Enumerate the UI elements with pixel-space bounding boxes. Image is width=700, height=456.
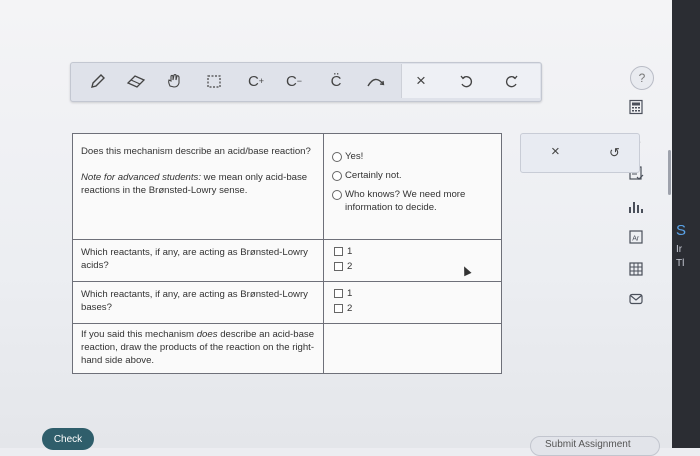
undo-icon[interactable]: ↺ — [609, 145, 620, 161]
check-button[interactable]: Check — [42, 428, 94, 450]
radio-button[interactable] — [332, 152, 342, 162]
undo-icon[interactable] — [453, 68, 479, 94]
radio-button[interactable] — [332, 171, 342, 181]
edge-text: S — [676, 222, 687, 239]
help-icon: ? — [638, 71, 646, 85]
edge-text: Ir — [676, 244, 683, 255]
close-icon[interactable]: × — [408, 68, 434, 94]
table-row: If you said this mechanism does describe… — [72, 323, 502, 374]
question-cell: Does this mechanism describe an acid/bas… — [72, 133, 324, 240]
anion-icon[interactable]: C − — [281, 68, 307, 94]
help-button[interactable]: ? — [630, 66, 654, 90]
cation-label: C — [247, 72, 259, 90]
option-label: 2 — [347, 261, 353, 272]
option-label: Yes! — [345, 151, 364, 162]
svg-text:Ar: Ar — [632, 236, 640, 243]
eraser-icon[interactable] — [123, 68, 149, 94]
grid-icon[interactable] — [626, 260, 646, 278]
anion-sup: − — [296, 76, 303, 86]
question-text: Which reactants, if any, are acting as B… — [81, 289, 308, 313]
redo-icon[interactable] — [499, 68, 525, 94]
checkbox[interactable] — [334, 247, 343, 256]
cation-icon[interactable]: C + — [243, 68, 269, 94]
radio-option-certainly-not[interactable]: Certainly not. — [332, 169, 493, 182]
radio-button[interactable] — [332, 190, 342, 200]
scrollbar-thumb[interactable] — [668, 150, 671, 195]
question-note: Note for advanced students: we mean only… — [81, 171, 315, 197]
checkbox-option-1[interactable]: 1 — [332, 287, 493, 300]
checkbox[interactable] — [334, 289, 343, 298]
radio-option-who-knows[interactable]: Who knows? We need more information to d… — [332, 188, 493, 214]
answer-action-box: × ↺ — [520, 133, 640, 173]
answer-cell: 1 2 — [323, 239, 502, 282]
checkbox[interactable] — [334, 262, 343, 271]
chart-icon[interactable] — [626, 198, 646, 216]
pencil-icon[interactable] — [85, 68, 111, 94]
question-cell: Which reactants, if any, are acting as B… — [72, 281, 324, 324]
question-cell: If you said this mechanism does describe… — [72, 323, 324, 374]
checkbox-option-1[interactable]: 1 — [332, 245, 493, 258]
anion-label: C — [285, 72, 297, 90]
table-row: Which reactants, if any, are acting as B… — [72, 239, 502, 282]
lone-pair-icon[interactable]: C̈ — [323, 68, 349, 94]
note-prefix: Note for advanced students: — [81, 172, 201, 183]
question-text: If you said this mechanism does describe… — [81, 328, 315, 367]
mail-icon[interactable] — [626, 290, 646, 308]
drawing-toolbar: C + C − C̈ × — [70, 62, 542, 102]
adjacent-window-edge: S Ir Tl — [672, 0, 700, 448]
radio-option-yes[interactable]: Yes! — [332, 150, 493, 163]
edge-text: Tl — [676, 258, 685, 269]
cation-sup: + — [258, 76, 265, 86]
answer-cell — [323, 323, 502, 374]
option-label: 1 — [347, 246, 353, 257]
hand-icon[interactable] — [161, 68, 187, 94]
periodic-table-icon[interactable]: Ar — [626, 228, 646, 246]
lone-pair-label: C̈ — [330, 72, 342, 90]
checkbox[interactable] — [334, 304, 343, 313]
question-emphasis: does — [196, 329, 218, 340]
answer-cell: 1 2 — [323, 281, 502, 324]
question-cell: Which reactants, if any, are acting as B… — [72, 239, 324, 282]
arrow-curve-icon[interactable] — [363, 68, 389, 94]
checkbox-option-2[interactable]: 2 — [332, 302, 493, 315]
question-text: Does this mechanism describe an acid/bas… — [81, 146, 311, 157]
question-table: Does this mechanism describe an acid/bas… — [72, 133, 502, 374]
submit-assignment-button[interactable]: Submit Assignment — [530, 436, 660, 456]
calculator-icon[interactable] — [626, 98, 646, 116]
question-text: Which reactants, if any, are acting as B… — [81, 247, 308, 271]
table-row: Does this mechanism describe an acid/bas… — [72, 133, 502, 240]
select-box-icon[interactable] — [201, 68, 227, 94]
option-label: Certainly not. — [345, 170, 402, 181]
option-label: 2 — [347, 303, 353, 314]
option-label: 1 — [347, 288, 353, 299]
close-icon[interactable]: × — [551, 143, 560, 160]
question-prefix: If you said this mechanism — [81, 329, 197, 340]
option-label: Who knows? We need more information to d… — [345, 189, 466, 213]
table-row: Which reactants, if any, are acting as B… — [72, 281, 502, 324]
answer-cell: Yes! Certainly not. Who knows? We need m… — [323, 133, 502, 240]
